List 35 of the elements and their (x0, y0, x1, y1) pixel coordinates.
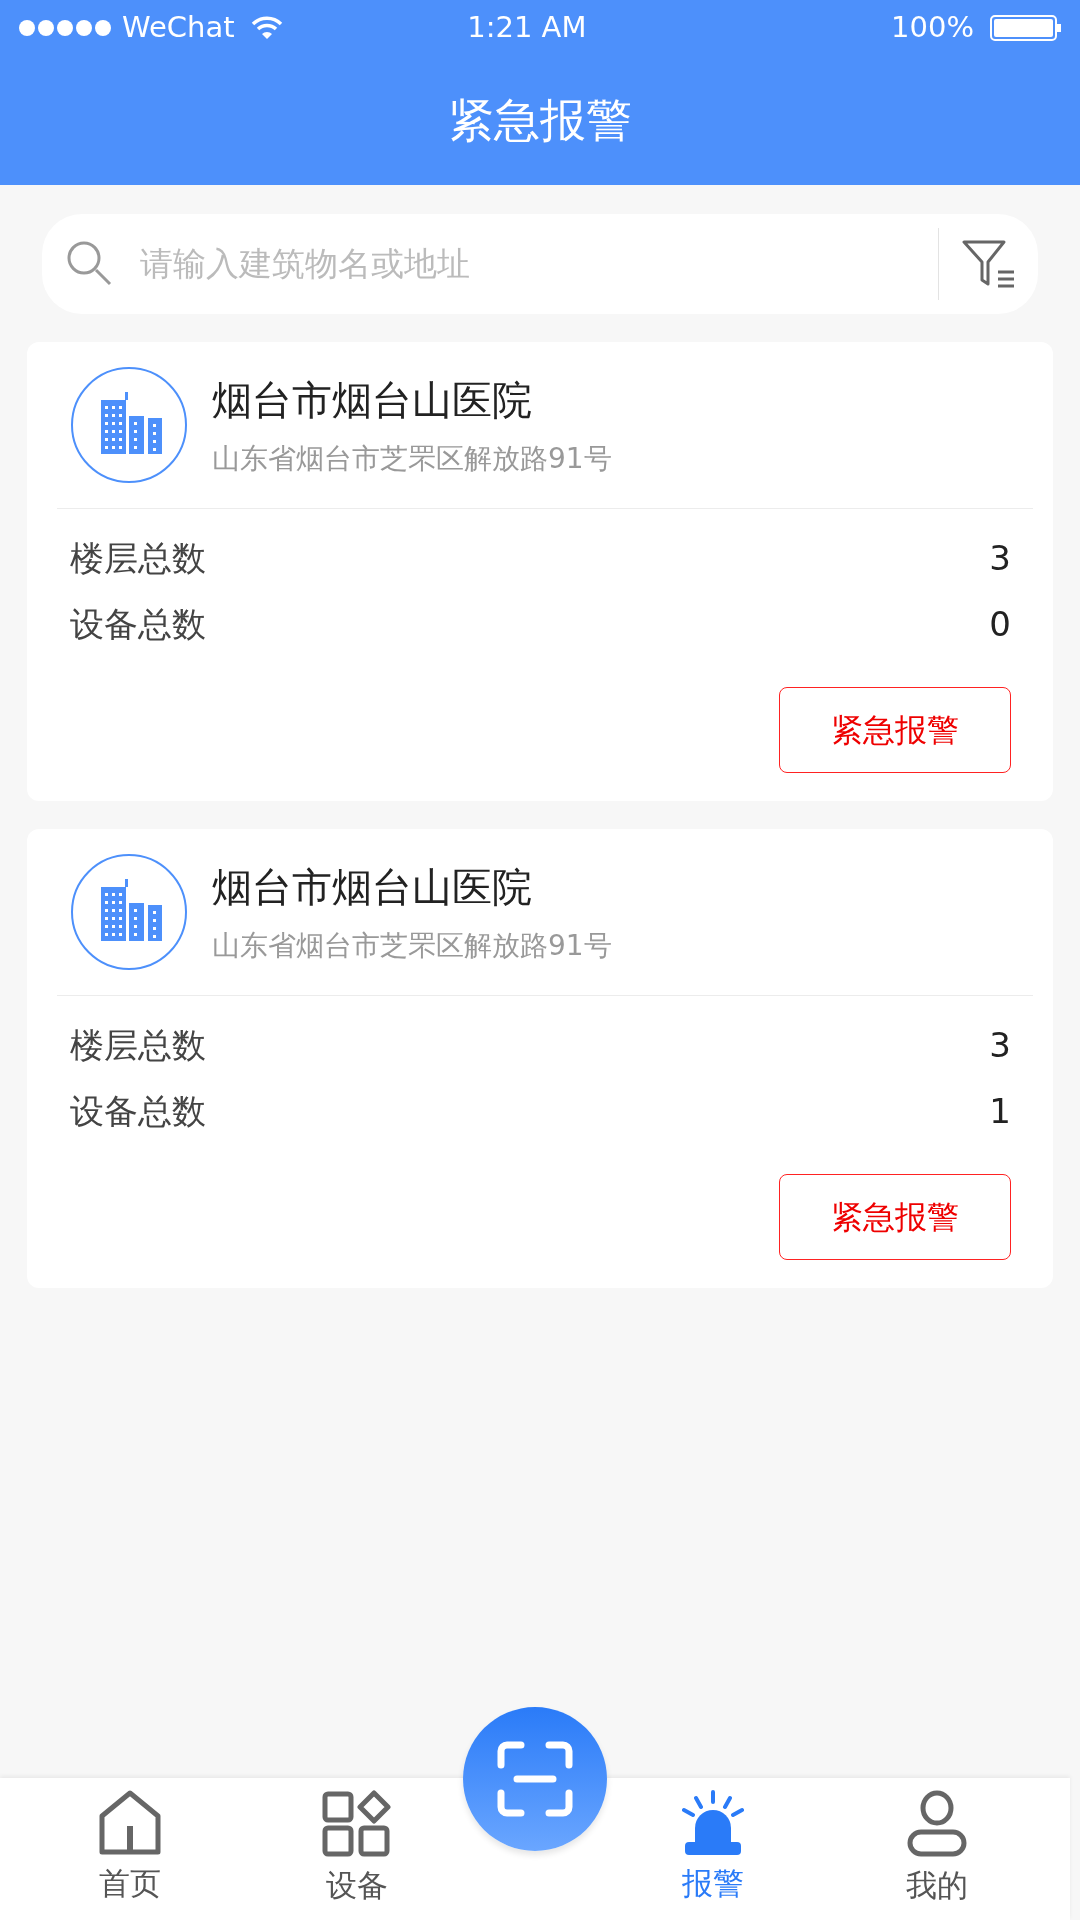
stat-label: 楼层总数 (70, 536, 206, 580)
search-bar[interactable]: 请输入建筑物名或地址 (42, 214, 1038, 314)
stat-label: 设备总数 (70, 602, 206, 646)
building-address: 山东省烟台市芝罘区解放路91号 (212, 441, 612, 477)
scan-icon (497, 1741, 573, 1817)
search-field[interactable]: 请输入建筑物名或地址 (138, 238, 938, 290)
building-name: 烟台市烟台山医院 (212, 863, 533, 912)
building-address: 山东省烟台市芝罘区解放路91号 (212, 928, 612, 964)
stat-value: 1 (989, 1089, 1011, 1133)
emergency-alarm-button[interactable]: 紧急报警 (779, 687, 1011, 773)
stat-value: 3 (989, 536, 1011, 580)
battery-icon (990, 14, 1062, 42)
tab-item[interactable]: 报警 (623, 1778, 803, 1907)
stat-label: 楼层总数 (70, 1023, 206, 1067)
stat-label: 设备总数 (70, 1089, 206, 1133)
stat-value: 3 (989, 1023, 1011, 1067)
signal-icon (18, 19, 114, 37)
building-name: 烟台市烟台山医院 (212, 376, 533, 425)
battery-percent: 100% (891, 9, 974, 47)
apps-icon (322, 1790, 392, 1858)
tab-item[interactable]: 首页 (40, 1778, 220, 1907)
stat-value: 0 (989, 602, 1011, 646)
home-icon (98, 1790, 162, 1856)
carrier-name: WeChat (122, 9, 235, 47)
emergency-alarm-button[interactable]: 紧急报警 (779, 1174, 1011, 1260)
wifi-icon (250, 16, 283, 40)
search-icon (66, 240, 114, 288)
clock-time: 1:21 AM (466, 9, 588, 47)
tab-item[interactable]: 我的 (847, 1778, 1027, 1909)
siren-icon (682, 1790, 744, 1856)
building-icon (70, 853, 188, 971)
user-icon (907, 1790, 967, 1858)
page-title: 紧急报警 (448, 92, 632, 149)
building-icon (70, 366, 188, 484)
tab-item[interactable]: 设备 (267, 1778, 447, 1909)
